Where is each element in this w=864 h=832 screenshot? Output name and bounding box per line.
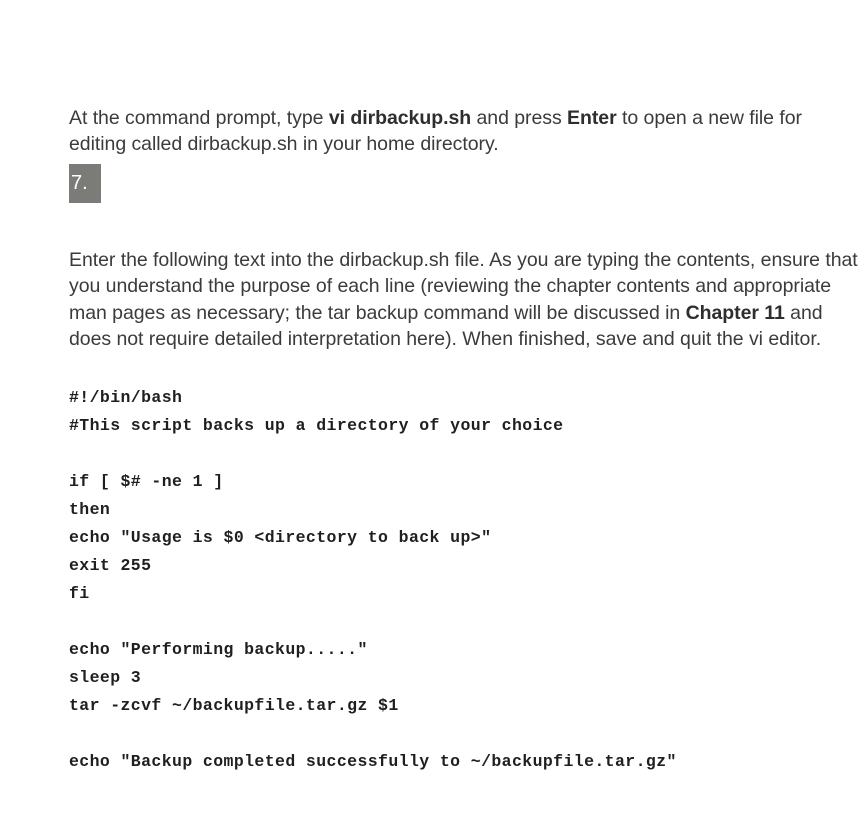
code-line: tar -zcvf ~/backupfile.tar.gz $1: [69, 696, 399, 715]
code-line: echo "Usage is $0 <directory to back up>…: [69, 528, 492, 547]
list-item-number: 7.: [69, 164, 101, 203]
code-block: #!/bin/bash #This script backs up a direc…: [69, 384, 829, 776]
code-line: #This script backs up a directory of you…: [69, 416, 564, 435]
paragraph-instruction: Enter the following text into the dirbac…: [69, 247, 864, 353]
paragraph-intro: At the command prompt, type vi dirbackup…: [69, 105, 859, 158]
emphasis-text: Enter: [567, 106, 617, 129]
document-page: At the command prompt, type vi dirbackup…: [0, 0, 864, 832]
code-line: sleep 3: [69, 668, 142, 687]
code-line: fi: [69, 584, 90, 603]
body-text: and press: [471, 106, 568, 129]
body-text: At the command prompt, type: [69, 106, 329, 129]
code-line: if [ $# -ne 1 ]: [69, 472, 224, 491]
code-line: exit 255: [69, 556, 152, 575]
code-line: then: [69, 500, 111, 519]
code-line: echo "Backup completed successfully to ~…: [69, 752, 677, 771]
emphasis-text: vi dirbackup.sh: [328, 106, 472, 129]
code-line: #!/bin/bash: [69, 388, 183, 407]
emphasis-text: Chapter 11: [685, 301, 785, 324]
code-line: echo "Performing backup.....": [69, 640, 368, 659]
